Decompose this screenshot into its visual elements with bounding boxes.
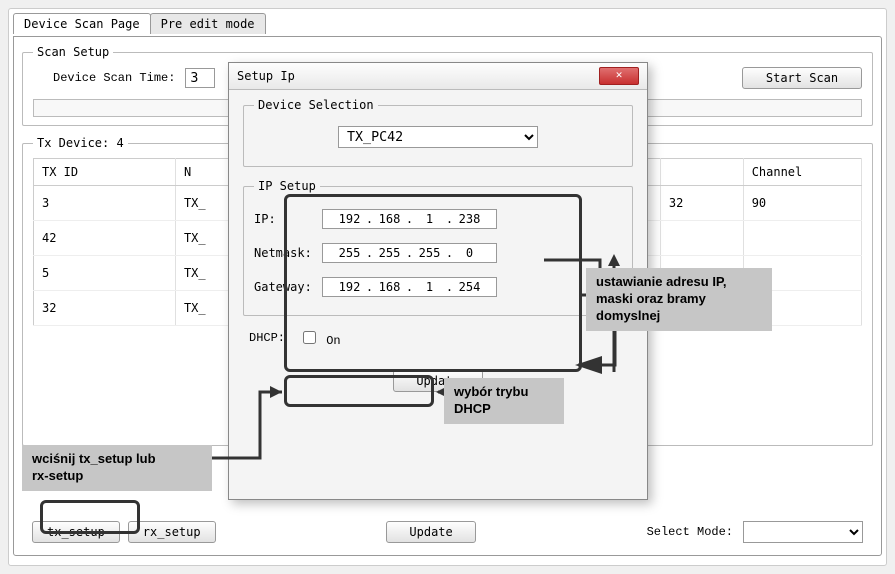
setup-ip-dialog: Setup Ip ✕ Device Selection TX_PC42 IP S… (228, 62, 648, 500)
gateway-input[interactable]: 192. 168. 1. 254 (322, 277, 497, 297)
dhcp-label: DHCP: (249, 331, 285, 345)
ip-setup-legend: IP Setup (254, 179, 320, 193)
close-icon[interactable]: ✕ (599, 67, 639, 85)
tx-setup-button[interactable]: tx_setup (32, 521, 120, 543)
tab-device-scan[interactable]: Device Scan Page (13, 13, 151, 34)
device-selection-legend: Device Selection (254, 98, 378, 112)
ip-input[interactable]: 192. 168. 1. 238 (322, 209, 497, 229)
ip-setup-group: IP Setup IP: 192. 168. 1. 238 Netmask: 2… (243, 179, 633, 316)
dhcp-on-wrap[interactable]: On (299, 328, 341, 348)
ip-oct[interactable]: 255 (376, 246, 404, 260)
scan-time-label: Device Scan Time: (53, 71, 175, 85)
annotation-txsetup: wciśnij tx_setup lub rx-setup (22, 445, 212, 491)
cell-channel (743, 221, 861, 256)
ip-oct[interactable]: 255 (416, 246, 444, 260)
ip-oct[interactable]: 0 (456, 246, 484, 260)
start-scan-button[interactable]: Start Scan (742, 67, 862, 89)
cell-channel: 90 (743, 186, 861, 221)
tx-device-legend: Tx Device: 4 (33, 136, 128, 150)
ip-oct[interactable]: 192 (336, 212, 364, 226)
col-blank2[interactable] (660, 159, 743, 186)
scan-time-input[interactable] (185, 68, 215, 88)
select-mode-label: Select Mode: (647, 525, 733, 539)
ip-oct[interactable]: 168 (376, 212, 404, 226)
annotation-dhcp: wybór trybu DHCP (444, 378, 564, 424)
col-channel[interactable]: Channel (743, 159, 861, 186)
ip-oct[interactable]: 1 (416, 280, 444, 294)
cell-id: 32 (34, 291, 176, 326)
gateway-label: Gateway: (254, 280, 322, 294)
rx-setup-button[interactable]: rx_setup (128, 521, 216, 543)
ip-oct[interactable]: 238 (456, 212, 484, 226)
dhcp-checkbox[interactable] (303, 331, 316, 344)
device-select[interactable]: TX_PC42 (338, 126, 538, 148)
tab-pre-edit[interactable]: Pre edit mode (150, 13, 266, 34)
cell-id: 42 (34, 221, 176, 256)
ip-oct[interactable]: 192 (336, 280, 364, 294)
cell-id: 5 (34, 256, 176, 291)
cell-id: 3 (34, 186, 176, 221)
netmask-label: Netmask: (254, 246, 322, 260)
cell-val (660, 221, 743, 256)
ip-label: IP: (254, 212, 322, 226)
dialog-title: Setup Ip (237, 69, 295, 83)
dhcp-on-label: On (326, 334, 340, 348)
cell-val: 32 (660, 186, 743, 221)
netmask-input[interactable]: 255. 255. 255. 0 (322, 243, 497, 263)
ip-oct[interactable]: 254 (456, 280, 484, 294)
scan-setup-legend: Scan Setup (33, 45, 113, 59)
ip-oct[interactable]: 1 (416, 212, 444, 226)
select-mode-dropdown[interactable] (743, 521, 863, 543)
ip-oct[interactable]: 255 (336, 246, 364, 260)
col-tx-id[interactable]: TX ID (34, 159, 176, 186)
device-selection-group: Device Selection TX_PC42 (243, 98, 633, 167)
ip-oct[interactable]: 168 (376, 280, 404, 294)
annotation-ip: ustawianie adresu IP, maski oraz bramy d… (586, 268, 772, 331)
update-button[interactable]: Update (386, 521, 476, 543)
